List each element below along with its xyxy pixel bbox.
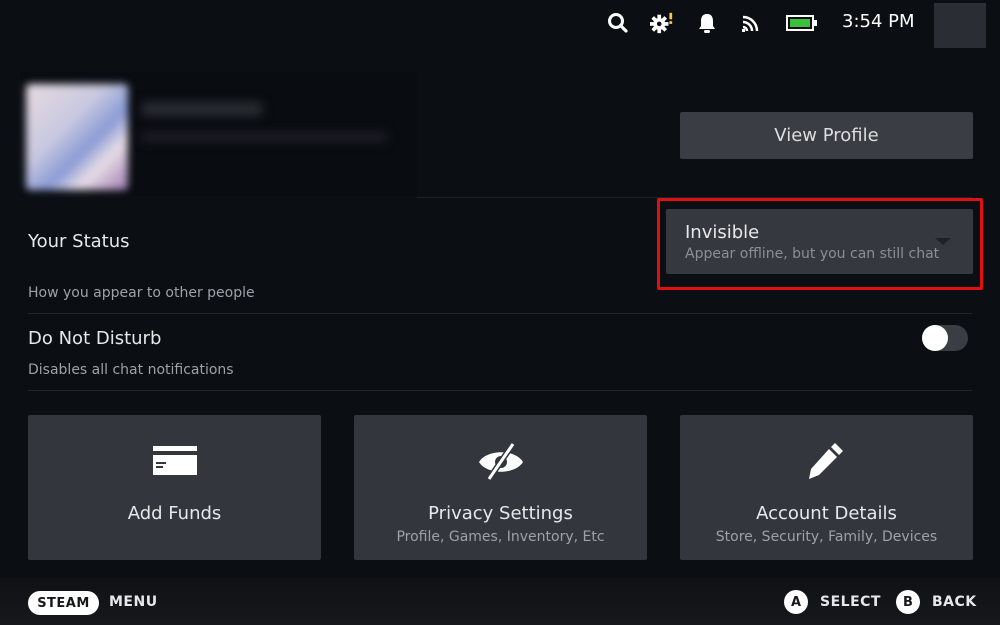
clock-time: 3:54 PM — [842, 11, 915, 32]
toggle-knob — [922, 325, 948, 351]
status-selected-description: Appear offline, but you can still chat — [685, 246, 940, 262]
select-label: SELECT — [820, 594, 881, 610]
credit-card-icon — [28, 443, 321, 479]
battery-icon[interactable] — [786, 11, 818, 35]
divider — [28, 390, 972, 391]
privacy-settings-subtitle: Profile, Games, Inventory, Etc — [396, 529, 605, 545]
your-status-title: Your Status — [28, 231, 130, 252]
divider — [28, 313, 972, 314]
your-status-description: How you appear to other people — [28, 285, 255, 301]
footer-bar: STEAM MENU A SELECT B BACK — [0, 577, 1000, 625]
pencil-icon — [680, 443, 973, 479]
back-label: BACK — [932, 594, 977, 610]
user-avatar[interactable] — [934, 3, 986, 48]
do-not-disturb-toggle[interactable] — [922, 325, 968, 351]
b-button-icon[interactable]: B — [896, 590, 920, 614]
account-details-subtitle: Store, Security, Family, Devices — [715, 529, 938, 545]
search-icon[interactable] — [606, 11, 630, 35]
settings-alert-icon[interactable] — [650, 11, 674, 35]
steam-button[interactable]: STEAM — [28, 591, 99, 615]
status-selected-value: Invisible — [685, 222, 760, 243]
profile-avatar — [26, 84, 128, 190]
add-funds-tile[interactable]: Add Funds — [28, 415, 321, 560]
profile-name-redacted — [142, 102, 262, 116]
menu-label: MENU — [109, 594, 158, 610]
status-dropdown[interactable]: Invisible Appear offline, but you can st… — [666, 209, 973, 274]
privacy-settings-title: Privacy Settings — [428, 503, 573, 524]
do-not-disturb-title: Do Not Disturb — [28, 328, 162, 349]
top-bar: 3:54 PM — [0, 0, 1000, 48]
account-details-tile[interactable]: Account Details Store, Security, Family,… — [680, 415, 973, 560]
a-button-icon[interactable]: A — [784, 590, 808, 614]
eye-slash-icon — [354, 442, 647, 481]
notification-bell-icon[interactable] — [695, 11, 719, 35]
wifi-icon[interactable] — [739, 11, 763, 35]
profile-status-redacted — [142, 132, 387, 142]
account-details-title: Account Details — [756, 503, 897, 524]
view-profile-button[interactable]: View Profile — [680, 112, 973, 159]
chevron-down-icon — [935, 238, 951, 245]
add-funds-title: Add Funds — [127, 503, 222, 524]
privacy-settings-tile[interactable]: Privacy Settings Profile, Games, Invento… — [354, 415, 647, 560]
do-not-disturb-description: Disables all chat notifications — [28, 362, 234, 378]
